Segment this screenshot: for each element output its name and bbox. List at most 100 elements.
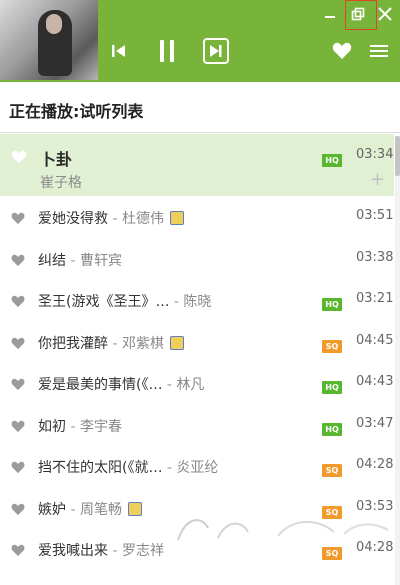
quality-badge: HQ: [322, 375, 342, 394]
track-duration: 03:51: [356, 208, 394, 223]
minimize-button[interactable]: [320, 4, 340, 24]
track-song: 爱我喊出来 - 罗志祥: [38, 540, 164, 560]
track-duration: 03:38: [356, 249, 394, 265]
separator: -: [108, 211, 122, 227]
menu-icon: [370, 45, 388, 57]
separator: -: [66, 418, 80, 435]
track-row[interactable]: 爱她没得救 - 杜德伟 03:51: [0, 196, 394, 238]
separator: -: [66, 252, 80, 269]
track-title: 爱我喊出来: [38, 543, 108, 559]
heart-icon[interactable]: [11, 210, 25, 229]
track-artist[interactable]: 陈晓: [183, 294, 211, 310]
heart-icon: [332, 42, 352, 59]
next-icon: [210, 45, 222, 57]
mv-icon[interactable]: [169, 335, 184, 350]
previous-button[interactable]: [106, 38, 132, 64]
track-row[interactable]: 你把我灌醉 - 邓紫棋 SQ 04:45: [0, 321, 394, 363]
heart-icon[interactable]: [11, 418, 25, 437]
scrollbar-thumb[interactable]: [395, 136, 400, 176]
heart-icon[interactable]: [11, 252, 25, 271]
heart-icon[interactable]: [11, 501, 25, 520]
track-title: 纠结: [38, 252, 66, 269]
separator: -: [162, 460, 177, 476]
next-button[interactable]: [203, 38, 229, 64]
track-song: 嫉妒 - 周笔畅: [38, 499, 142, 519]
favorite-button[interactable]: [332, 42, 354, 62]
player-header: [0, 0, 400, 82]
track-title: 嫉妒: [38, 501, 66, 518]
album-cover[interactable]: [0, 0, 98, 80]
current-track-row[interactable]: 卜卦 崔子格 HQ 03:34 +: [0, 134, 394, 196]
track-row[interactable]: 如初 - 李宇春 HQ 03:47: [0, 404, 394, 446]
track-artist[interactable]: 李宇春: [80, 419, 122, 435]
track-title: 如初: [38, 418, 66, 435]
track-artist[interactable]: 罗志祥: [122, 543, 164, 559]
sq-badge: SQ: [322, 339, 342, 353]
hq-badge: HQ: [322, 154, 342, 167]
track-title: 你把我灌醉: [38, 335, 108, 352]
pause-icon: [160, 40, 174, 62]
track-row[interactable]: 挡不住的太阳(《就… - 炎亚纶 SQ 04:28: [0, 445, 394, 487]
heart-icon[interactable]: [11, 149, 27, 168]
track-song: 纠结 - 曹轩宾: [38, 250, 122, 270]
sq-badge: SQ: [322, 464, 342, 477]
track-song: 圣王(游戏《圣王》… - 陈晓: [38, 291, 211, 311]
track-row[interactable]: 圣王(游戏《圣王》… - 陈晓 HQ 03:21: [0, 279, 394, 321]
track-list: 卜卦 崔子格 HQ 03:34 + 爱她没得救 - 杜德伟 03:51 纠结 - 曹…: [0, 134, 394, 570]
track-duration: 03:21: [356, 291, 394, 306]
quality-badge: HQ: [322, 148, 342, 167]
divider: [0, 132, 400, 133]
quality-badge: HQ: [322, 417, 342, 436]
hq-badge: HQ: [322, 298, 342, 311]
separator: -: [108, 335, 122, 352]
separator: -: [162, 377, 177, 393]
track-artist[interactable]: 炎亚纶: [176, 460, 218, 476]
track-title: 爱她没得救: [38, 211, 108, 227]
hq-badge: HQ: [322, 381, 342, 394]
close-button[interactable]: [375, 4, 395, 24]
minimize-icon: [325, 16, 335, 18]
mv-icon[interactable]: [127, 501, 142, 516]
restore-icon: [351, 7, 365, 21]
watermark-icon: [168, 510, 398, 550]
mv-icon[interactable]: [169, 211, 184, 225]
cover-face: [46, 14, 62, 34]
add-icon[interactable]: +: [370, 169, 385, 190]
menu-button[interactable]: [368, 42, 392, 62]
track-row[interactable]: 爱是最美的事情(《… - 林凡 HQ 04:43: [0, 362, 394, 404]
track-title: 圣王(游戏《圣王》…: [38, 294, 170, 310]
pause-button[interactable]: [152, 36, 182, 66]
heart-icon[interactable]: [11, 335, 25, 354]
track-artist[interactable]: 邓紫棋: [122, 336, 164, 352]
heart-icon[interactable]: [11, 293, 25, 312]
hq-badge: HQ: [322, 422, 342, 436]
track-artist[interactable]: 崔子格: [40, 172, 82, 192]
track-song: 爱她没得救 - 杜德伟: [38, 208, 184, 228]
now-playing-title: 正在播放:试听列表: [9, 102, 144, 121]
separator: -: [169, 294, 184, 310]
track-artist[interactable]: 杜德伟: [122, 211, 164, 227]
heart-icon[interactable]: [11, 542, 25, 561]
track-title: 挡不住的太阳(《就…: [38, 460, 163, 476]
track-duration: 04:28: [356, 457, 394, 472]
track-artist[interactable]: 曹轩宾: [80, 253, 122, 269]
track-song: 如初 - 李宇春: [38, 416, 122, 436]
track-artist[interactable]: 周笔畅: [80, 502, 122, 518]
track-duration: 04:45: [356, 332, 394, 348]
track-song: 爱是最美的事情(《… - 林凡: [38, 374, 204, 394]
prev-icon: [112, 45, 125, 57]
restore-button[interactable]: [348, 4, 368, 24]
separator: -: [108, 543, 122, 559]
track-artist[interactable]: 林凡: [176, 377, 204, 393]
track-title: 卜卦: [40, 150, 73, 169]
quality-badge: HQ: [322, 292, 342, 311]
track-row[interactable]: 纠结 - 曹轩宾 03:38: [0, 238, 394, 280]
quality-badge: SQ: [322, 334, 342, 353]
track-duration: 03:47: [356, 415, 394, 431]
track-song: 挡不住的太阳(《就… - 炎亚纶: [38, 457, 218, 477]
quality-badge: SQ: [322, 458, 342, 477]
heart-icon[interactable]: [11, 459, 25, 478]
track-song: 你把我灌醉 - 邓紫棋: [38, 333, 184, 353]
heart-icon[interactable]: [11, 376, 25, 395]
track-duration: 04:43: [356, 374, 394, 389]
